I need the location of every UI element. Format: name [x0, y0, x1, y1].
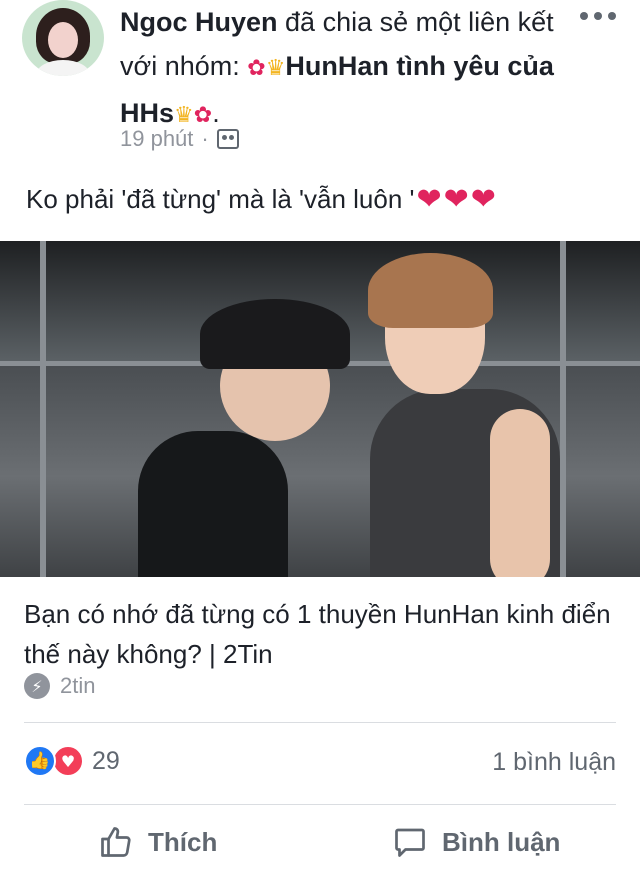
divider — [24, 804, 616, 805]
like-reaction-icon: 👍 — [24, 745, 56, 777]
post-meta: 19 phút · — [120, 126, 239, 152]
link-source-name: 2tin — [60, 673, 96, 698]
post-header: Ngoc Huyen đã chia sẻ một liên kết với n… — [0, 0, 640, 160]
caption-text: Ko phải 'đã từng' mà là 'vẫn luôn ' — [26, 184, 415, 214]
author-avatar[interactable] — [22, 0, 104, 76]
comments-count[interactable]: 1 bình luận — [492, 748, 616, 777]
like-button[interactable]: Thích — [98, 824, 217, 860]
reaction-count: 29 — [92, 746, 120, 775]
instant-article-bolt-icon: ⚡ — [24, 673, 50, 699]
link-source: ⚡ 2tin — [24, 673, 95, 699]
hibiscus-icon: ✿ — [193, 103, 213, 128]
meta-separator: · — [201, 126, 209, 151]
hibiscus-icon: ✿ — [247, 56, 266, 81]
reactions-summary[interactable]: 👍 ♥ 29 — [24, 745, 120, 777]
post-time[interactable]: 19 phút — [120, 126, 193, 152]
link-preview-image[interactable] — [0, 241, 640, 577]
love-reaction-icon: ♥ — [52, 745, 84, 777]
divider — [24, 722, 616, 723]
headline-period: . — [212, 98, 220, 128]
author-name[interactable]: Ngoc Huyen — [120, 7, 278, 37]
like-label: Thích — [148, 826, 218, 857]
post-headline: Ngoc Huyen đã chia sẻ một liên kết với n… — [120, 0, 560, 138]
comment-button[interactable]: Bình luận — [392, 824, 560, 860]
crown-icon: ♛ — [265, 56, 286, 81]
comment-label: Bình luận — [442, 826, 561, 857]
heart-icon: ❤❤❤ — [416, 182, 498, 217]
group-audience-icon — [216, 129, 239, 149]
comment-bubble-icon — [392, 824, 428, 860]
thumbs-up-icon — [98, 824, 134, 860]
link-title[interactable]: Bạn có nhớ đã từng có 1 thuyền HunHan ki… — [24, 594, 614, 674]
more-options-icon[interactable] — [580, 6, 620, 26]
crown-icon: ♛ — [174, 103, 194, 128]
post-caption: Ko phải 'đã từng' mà là 'vẫn luôn ' ❤❤❤ — [26, 182, 498, 217]
